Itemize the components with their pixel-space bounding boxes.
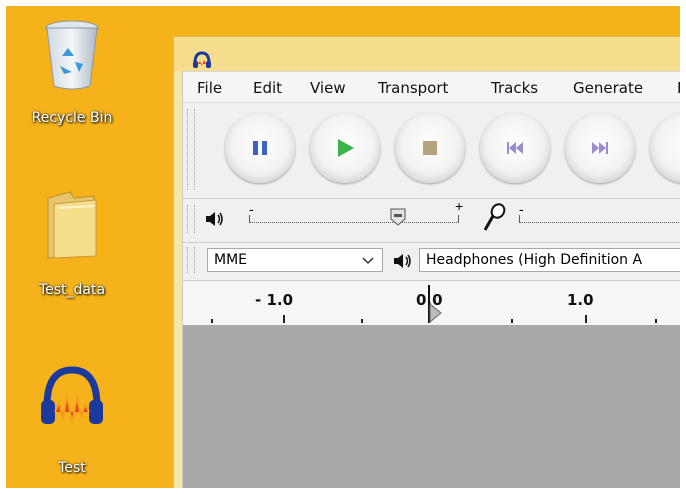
play-position-marker-icon[interactable] [429,303,443,323]
ruler-tick-major [585,315,587,323]
desktop: Recycle Bin Test_data Test File Edit Vie… [6,6,680,488]
ruler-tick [211,319,213,323]
play-button[interactable] [310,113,380,183]
play-icon [338,139,354,157]
microphone-icon [483,203,506,231]
playback-volume-slider[interactable] [249,208,459,226]
stop-button[interactable] [395,113,465,183]
ruler-tick [361,319,363,323]
toolbar-grip[interactable] [187,205,195,233]
folder-icon [47,191,97,259]
ruler-label-1: 1.0 [567,291,594,309]
ruler-tick [511,319,513,323]
desktop-label-test-data: Test_data [38,282,106,298]
stop-icon [423,141,437,155]
skip-to-end-icon [592,142,608,154]
playback-device-value: Headphones (High Definition A [426,252,643,268]
device-toolbar: MME Headphones (High Definition A [183,242,680,277]
slider-thumb-icon[interactable] [389,207,407,227]
audacity-window: File Edit View Transport Tracks Generate… [173,36,680,488]
skip-to-start-icon [507,142,523,154]
ruler-tick-major [283,315,285,323]
record-button[interactable] [650,113,680,183]
pause-button[interactable] [225,113,295,183]
ruler-label-neg-1: - 1.0 [255,291,294,309]
timeline-ruler[interactable]: - 1.0 0.0 1.0 [183,280,680,326]
mixer-toolbar: - + - [183,198,680,239]
menu-view[interactable]: View [310,79,346,97]
chevron-down-icon [362,257,374,265]
menu-tracks[interactable]: Tracks [491,79,538,97]
menu-transport[interactable]: Transport [378,79,448,97]
ruler-tick [655,319,657,323]
menu-effect[interactable]: E [677,79,680,97]
audacity-headphones-icon [193,51,211,68]
menu-generate[interactable]: Generate [573,79,643,97]
window-client: File Edit View Transport Tracks Generate… [182,71,680,488]
toolbar-grip[interactable] [187,247,195,273]
transport-toolbar [183,102,680,195]
skip-to-start-button[interactable] [480,113,550,183]
desktop-label-test: Test [58,460,86,476]
recording-volume-slider[interactable] [519,213,680,225]
toolbar-grip[interactable] [187,109,195,189]
audacity-icon [41,366,103,425]
playback-volume-plus: + [455,198,464,214]
recycle-bin-icon [45,20,99,90]
track-area[interactable] [183,325,680,488]
desktop-icon-test-data[interactable]: Test_data [12,186,132,306]
menu-file[interactable]: File [197,79,222,97]
speaker-icon [394,254,411,268]
playback-device-select[interactable]: Headphones (High Definition A [419,248,680,272]
skip-to-end-button[interactable] [565,113,635,183]
speaker-icon [206,212,223,226]
audio-host-select[interactable]: MME [207,248,383,272]
menu-bar: File Edit View Transport Tracks Generate… [183,72,680,102]
window-titlebar[interactable] [174,37,680,71]
menu-edit[interactable]: Edit [253,79,282,97]
desktop-label-recycle-bin: Recycle Bin [31,110,113,126]
desktop-icon-recycle-bin[interactable]: Recycle Bin [12,18,132,138]
desktop-icon-test[interactable]: Test [12,366,132,486]
audio-host-value: MME [214,252,248,268]
pause-icon [253,141,267,155]
